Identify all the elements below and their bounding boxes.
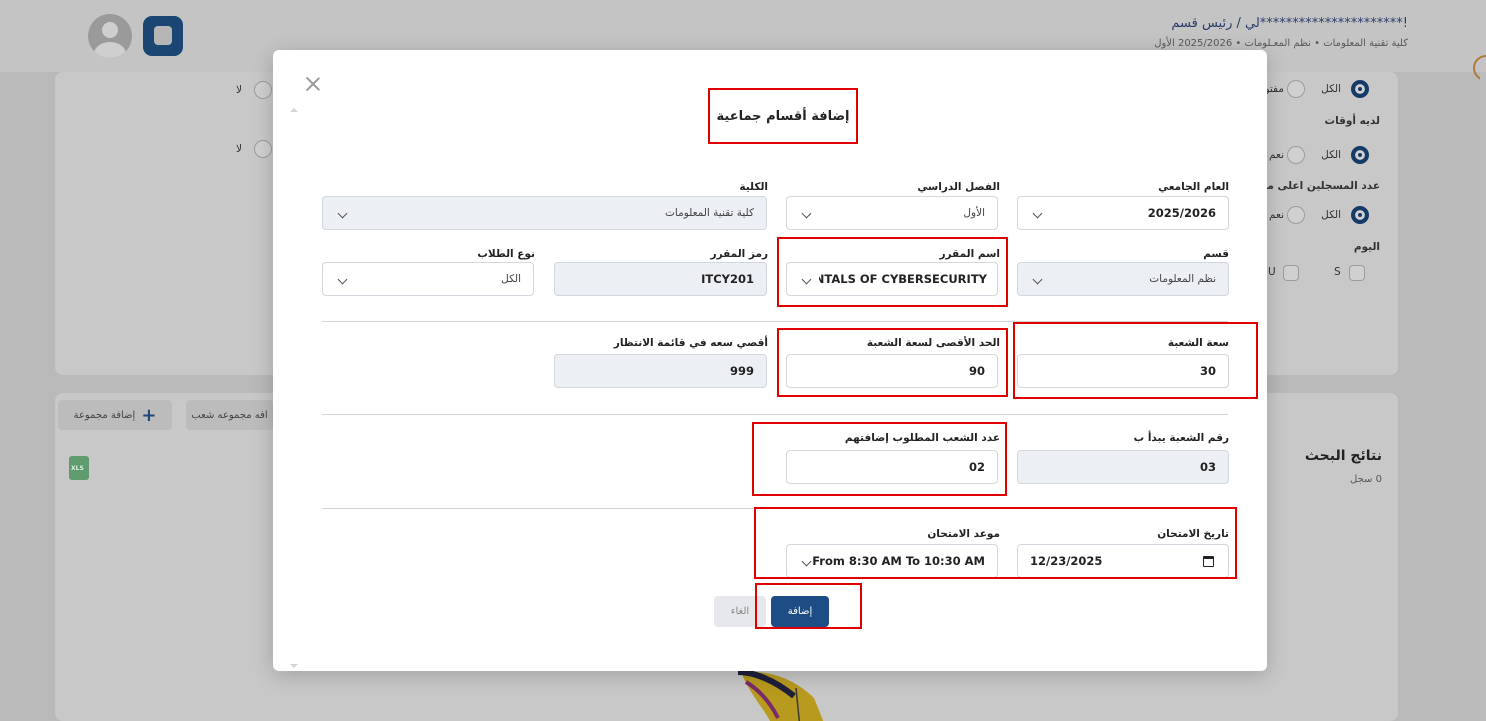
course-code-value: ITCY201 bbox=[701, 272, 754, 286]
bulk-sections-modal: إضافة أقسام جماعية العام الجامعي 2025/20… bbox=[273, 50, 1267, 671]
filter-all-label: الكل bbox=[1321, 209, 1341, 221]
max-capacity-value: 90 bbox=[968, 364, 985, 378]
academic-year-select[interactable]: 2025/2026 bbox=[1017, 196, 1229, 230]
department-value: نظم المعلومات bbox=[1149, 273, 1216, 285]
plus-icon: + bbox=[141, 404, 157, 426]
sections-count-value: 02 bbox=[968, 460, 985, 474]
chevron-down-icon bbox=[1032, 274, 1043, 285]
sections-count-label: عدد الشعب المطلوب إضافتهم bbox=[844, 432, 1000, 444]
page-edge bbox=[1480, 72, 1486, 721]
day-label: اليوم bbox=[1353, 241, 1380, 253]
registered-label: عدد المسجلين اعلى من bbox=[1257, 180, 1380, 192]
add-group-label: إضافة مجموعة bbox=[73, 409, 136, 421]
filter-no-label: لا bbox=[236, 84, 242, 96]
day-s-checkbox[interactable] bbox=[1349, 265, 1365, 281]
add-section-group-label: افه مجموعه شعب bbox=[191, 409, 268, 421]
section-capacity-label: سعة الشعبة bbox=[1167, 337, 1229, 349]
course-code-field: ITCY201 bbox=[554, 262, 767, 296]
section-capacity-value: 30 bbox=[1199, 364, 1216, 378]
waitlist-max-label: أقصي سعه في قائمة الانتظار bbox=[613, 337, 768, 349]
sections-count-input[interactable]: 02 bbox=[786, 450, 998, 484]
day-u-checkbox[interactable] bbox=[1283, 265, 1299, 281]
chevron-down-icon bbox=[1032, 208, 1043, 219]
day-s-label: S bbox=[1334, 266, 1341, 278]
course-code-label: رمز المقرر bbox=[710, 248, 768, 260]
filter-all-radio[interactable] bbox=[1351, 206, 1369, 224]
exam-time-label: موعد الامتحان bbox=[927, 528, 1000, 540]
avatar[interactable] bbox=[88, 14, 132, 58]
college-label: الكلية bbox=[739, 181, 768, 193]
exam-date-value: 12/23/2025 bbox=[1030, 554, 1103, 568]
filter-open-radio[interactable] bbox=[1287, 80, 1305, 98]
filter-all-radio[interactable] bbox=[1351, 146, 1369, 164]
filter-no-radio[interactable] bbox=[254, 140, 272, 158]
student-type-label: نوع الطلاب bbox=[477, 248, 535, 260]
waitlist-max-field: 999 bbox=[554, 354, 767, 388]
semester-value: الأول bbox=[963, 207, 985, 219]
waitlist-max-value: 999 bbox=[729, 364, 754, 378]
chevron-down-icon bbox=[337, 274, 348, 285]
add-group-button[interactable]: + إضافة مجموعة bbox=[58, 400, 172, 430]
filter-all-label: الكل bbox=[1321, 83, 1341, 95]
filter-yes-radio[interactable] bbox=[1287, 206, 1305, 224]
department-label: قسم bbox=[1203, 248, 1229, 260]
scroll-up-arrow[interactable] bbox=[290, 108, 298, 112]
semester-label: الفصل الدراسي bbox=[917, 181, 1000, 193]
section-start-field: 03 bbox=[1017, 450, 1229, 484]
student-type-select[interactable]: الكل bbox=[322, 262, 534, 296]
section-start-label: رقم الشعبة يبدأ ب bbox=[1133, 432, 1229, 444]
course-name-label: اسم المقرر bbox=[939, 248, 1000, 260]
chevron-down-icon bbox=[801, 274, 812, 285]
excel-icon[interactable] bbox=[69, 456, 89, 480]
chevron-down-icon bbox=[801, 556, 812, 567]
section-start-value: 03 bbox=[1199, 460, 1216, 474]
submit-add-button[interactable]: إضافة bbox=[771, 596, 829, 627]
semester-select[interactable]: الأول bbox=[786, 196, 998, 230]
scroll-down-arrow[interactable] bbox=[290, 664, 298, 668]
chevron-down-icon bbox=[801, 208, 812, 219]
exam-date-input[interactable]: 12/23/2025 bbox=[1017, 544, 1229, 578]
filter-no-label: لا bbox=[236, 143, 242, 155]
filter-all-label: الكل bbox=[1321, 149, 1341, 161]
academic-year-label: العام الجامعي bbox=[1158, 181, 1229, 193]
filter-open-label: مفتو bbox=[1264, 83, 1284, 95]
has-times-label: لديه أوقات bbox=[1324, 115, 1380, 127]
student-type-value: الكل bbox=[501, 273, 521, 285]
filter-yes-label: نعم bbox=[1269, 209, 1284, 221]
course-name-value: FUNDAMENTALS OF CYBERSECURITY bbox=[819, 272, 987, 286]
section-capacity-input[interactable]: 30 bbox=[1017, 354, 1229, 388]
section-divider bbox=[322, 414, 1228, 415]
empty-illustration bbox=[737, 669, 824, 721]
exam-date-label: تاريخ الامتحان bbox=[1157, 528, 1229, 540]
calendar-icon[interactable] bbox=[1203, 556, 1214, 567]
section-divider bbox=[322, 321, 1228, 322]
filter-yes-radio[interactable] bbox=[1287, 146, 1305, 164]
exam-time-select[interactable]: From 8:30 AM To 10:30 AM bbox=[786, 544, 998, 578]
course-name-select[interactable]: FUNDAMENTALS OF CYBERSECURITY bbox=[786, 262, 998, 296]
filter-no-radio[interactable] bbox=[254, 81, 272, 99]
section-divider bbox=[322, 508, 1228, 509]
results-count: 0 سجل bbox=[1350, 474, 1382, 485]
academic-year-value: 2025/2026 bbox=[1147, 206, 1216, 220]
college-select[interactable]: كلية تقنية المعلومات bbox=[322, 196, 767, 230]
chat-icon[interactable] bbox=[143, 16, 183, 56]
close-icon[interactable] bbox=[303, 74, 323, 94]
results-title: نتائج البحث bbox=[1304, 448, 1382, 464]
filter-all-radio[interactable] bbox=[1351, 80, 1369, 98]
max-capacity-label: الحد الأقصى لسعة الشعبة bbox=[866, 337, 1000, 349]
college-value: كلية تقنية المعلومات bbox=[664, 207, 754, 219]
modal-title: إضافة أقسام جماعية bbox=[708, 88, 858, 144]
add-section-group-button[interactable]: افه مجموعه شعب bbox=[186, 400, 273, 430]
breadcrumb: كلية تقنية المعلومات • نظم المعـلومات • … bbox=[1154, 38, 1408, 49]
max-capacity-input[interactable]: 90 bbox=[786, 354, 998, 388]
department-select[interactable]: نظم المعلومات bbox=[1017, 262, 1229, 296]
day-u-label: U bbox=[1268, 266, 1276, 278]
chevron-down-icon bbox=[337, 208, 348, 219]
cancel-button[interactable]: الغاء bbox=[714, 596, 766, 627]
user-title: !**********************لي / رئيس قسم bbox=[1171, 16, 1408, 31]
filter-yes-label: نعم bbox=[1269, 149, 1284, 161]
exam-time-value: From 8:30 AM To 10:30 AM bbox=[812, 554, 985, 568]
